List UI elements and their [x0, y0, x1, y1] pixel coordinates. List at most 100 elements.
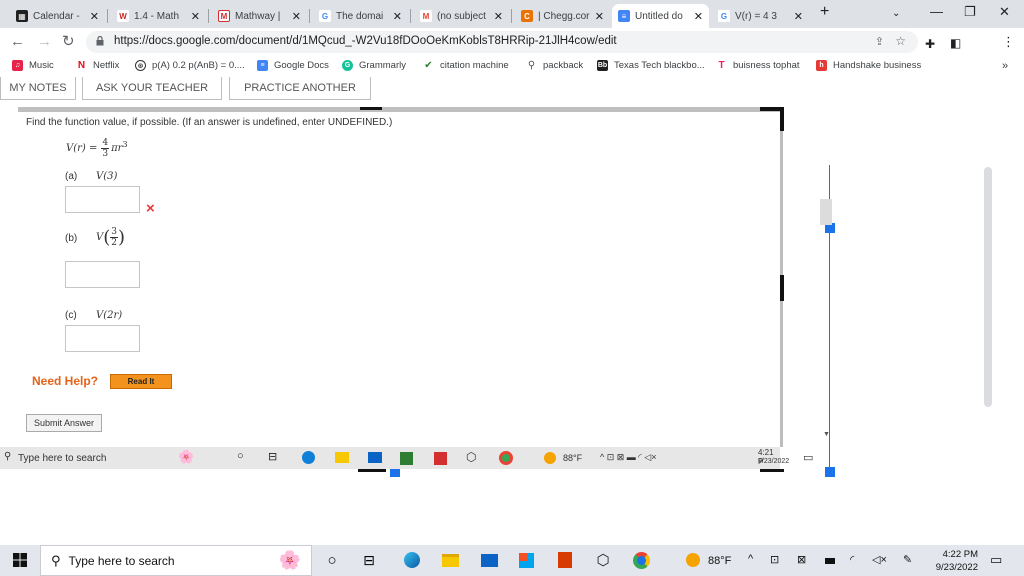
bookmark-label: buisness tophat [733, 60, 800, 71]
edge-icon[interactable] [403, 551, 421, 569]
tab-gmail[interactable]: M (no subject ✕ [414, 4, 509, 28]
practice-another-button[interactable]: PRACTICE ANOTHER [229, 77, 371, 100]
close-icon[interactable]: ✕ [393, 10, 402, 23]
fraction-numerator: 4 [101, 137, 110, 149]
back-icon[interactable]: ← [10, 33, 25, 51]
tab-domain[interactable]: G The domai ✕ [313, 4, 408, 28]
instruction-text: Find the function value, if possible. (I… [26, 117, 393, 128]
menu-icon[interactable]: ⋮ [1002, 33, 1015, 51]
flower-icon: 🌸 [278, 550, 301, 570]
battery-icon[interactable] [825, 558, 835, 564]
tab-title: (no subject [437, 10, 486, 22]
pen-icon[interactable]: ✎ [903, 553, 912, 566]
bookmark-packback[interactable]: ⚲ packback [526, 60, 583, 71]
office-icon[interactable] [556, 551, 574, 569]
part-b-func: V [96, 231, 104, 243]
close-icon[interactable]: ✕ [794, 10, 803, 23]
part-a-answer-input[interactable] [65, 186, 140, 213]
tab-untitled-doc[interactable]: ≡ Untitled do ✕ [612, 4, 709, 28]
search-icon: ⚲ [4, 451, 12, 462]
close-icon[interactable]: ✕ [90, 10, 99, 23]
volume-icon[interactable]: ◁× [872, 553, 887, 566]
close-window-button[interactable]: ✕ [999, 4, 1010, 20]
clock[interactable]: 4:22 PM 9/23/2022 [936, 548, 978, 574]
wifi-icon[interactable]: ◜ [850, 553, 854, 566]
openai-icon[interactable]: ⬡ [594, 551, 612, 569]
bookmark-citation[interactable]: ✔ citation machine [423, 60, 509, 71]
google-icon: G [319, 10, 331, 22]
tab-calendar[interactable]: ▦ Calendar - ✕ [10, 4, 105, 28]
snip-icon[interactable]: ⊠ [797, 553, 806, 566]
close-icon[interactable]: ✕ [494, 10, 503, 23]
selection-handle[interactable] [825, 467, 835, 477]
tab-chegg[interactable]: C | Chegg.cor ✕ [515, 4, 610, 28]
start-button[interactable] [11, 551, 29, 569]
forward-icon[interactable]: → [37, 33, 52, 51]
bookmark-google-docs[interactable]: ≡ Google Docs [257, 60, 329, 71]
part-c-answer-input[interactable] [65, 325, 140, 352]
part-c-label: (c) [65, 310, 77, 321]
tab-search-icon[interactable]: ⌄ [892, 8, 900, 19]
chevron-up-icon[interactable]: ^ [748, 553, 753, 565]
bookmark-blackboard[interactable]: Bb Texas Tech blackbo... [597, 60, 705, 71]
snip-bottom-corner [760, 469, 784, 472]
new-tab-button[interactable]: + [820, 3, 829, 21]
minimize-button[interactable]: — [930, 4, 943, 19]
meet-now-icon[interactable]: ⊡ [770, 553, 779, 566]
taskbar-search-box[interactable]: ⚲ Type here to search 🌸 [40, 545, 312, 576]
bookmark-music[interactable]: ♫ Music [12, 60, 54, 71]
close-icon[interactable]: ✕ [191, 10, 200, 23]
store-icon [400, 452, 413, 465]
gmail-icon: M [420, 10, 432, 22]
task-view-icon: ○ [237, 450, 244, 462]
function-lhs: V(r) = [66, 142, 98, 154]
grammarly-icon: G [342, 60, 353, 71]
ask-teacher-button[interactable]: ASK YOUR TEACHER [82, 77, 222, 100]
bookmark-star-icon[interactable]: ☆ [895, 34, 906, 48]
task-view-icon[interactable]: ○ [323, 551, 341, 569]
chrome-icon[interactable] [632, 551, 650, 569]
bookmark-netflix[interactable]: N Netflix [76, 60, 119, 71]
scrollbar-thumb[interactable] [820, 199, 832, 225]
bookmark-grammarly[interactable]: G Grammarly [342, 60, 406, 71]
mail-icon[interactable] [480, 551, 498, 569]
part-b-fraction: 3 2 [110, 227, 118, 248]
address-bar[interactable]: https://docs.google.com/document/d/1MQcu… [86, 31, 918, 53]
mail-icon [368, 452, 382, 463]
netflix-icon: N [76, 60, 87, 71]
close-icon[interactable]: ✕ [694, 10, 703, 23]
read-it-button[interactable]: Read It [110, 374, 172, 389]
snip-corner-right [780, 107, 784, 131]
my-notes-button[interactable]: MY NOTES [0, 77, 76, 100]
chatgpt-icon: ⊛ [135, 60, 146, 71]
docs-icon: ≡ [618, 10, 630, 22]
scroll-down-icon[interactable]: ▼ [823, 431, 830, 438]
flower-icon: 🌸 [178, 449, 195, 464]
part-b-label: (b) [65, 233, 78, 244]
inner-date: 9/23/2022 [758, 458, 790, 465]
share-icon[interactable]: ⇪ [875, 35, 884, 48]
close-icon[interactable]: ✕ [595, 10, 604, 23]
reload-icon[interactable]: ↻ [62, 33, 75, 51]
page-scrollbar[interactable] [984, 167, 992, 407]
close-icon[interactable]: ✕ [292, 10, 301, 23]
more-bookmarks-button[interactable]: » [1002, 60, 1008, 72]
file-explorer-icon [335, 452, 349, 463]
extensions-icon[interactable]: ✚ [925, 35, 935, 53]
browser-toolbar: ← → ↻ https://docs.google.com/document/d… [0, 28, 1024, 79]
tab-mathway[interactable]: M Mathway | ✕ [212, 4, 307, 28]
tab-math[interactable]: W 1.4 - Math ✕ [111, 4, 206, 28]
part-b-answer-input[interactable] [65, 261, 140, 288]
restore-button[interactable]: ❐ [964, 4, 976, 20]
widgets-icon[interactable]: ⊟ [360, 551, 378, 569]
office-icon [434, 452, 447, 465]
file-explorer-icon[interactable] [441, 551, 459, 569]
bookmark-probability[interactable]: ⊛ p(A) 0.2 p(AnB) = 0.... [135, 60, 245, 71]
notification-icon[interactable]: ▭ [990, 552, 1002, 568]
bookmark-tophat[interactable]: T buisness tophat [716, 60, 800, 71]
bookmark-handshake[interactable]: h Handshake business [816, 60, 921, 71]
submit-answer-button[interactable]: Submit Answer [26, 414, 102, 432]
side-panel-icon[interactable]: ◧ [950, 34, 961, 52]
store-icon[interactable] [517, 551, 535, 569]
tab-vr-search[interactable]: G V(r) = 4 3 ✕ [712, 4, 809, 28]
